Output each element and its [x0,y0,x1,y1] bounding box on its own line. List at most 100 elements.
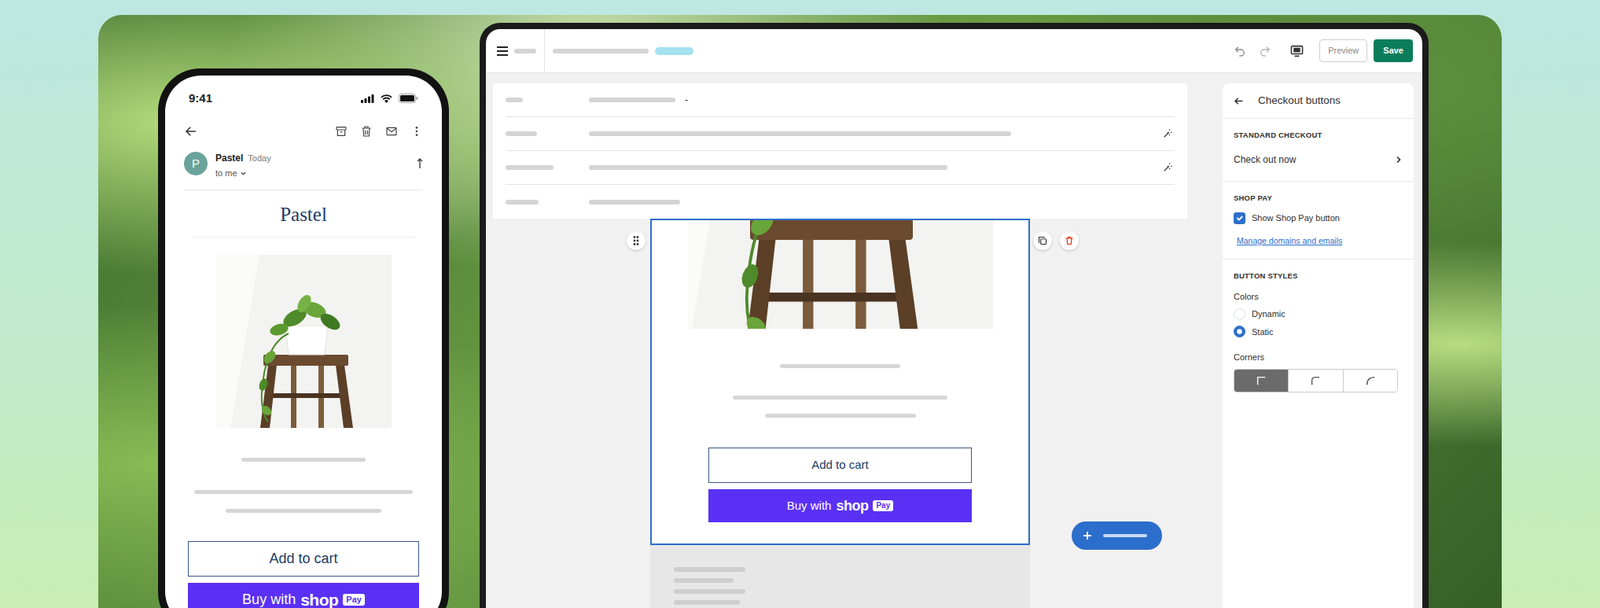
text-placeholder [194,489,413,494]
checkout-buttons: Add to cart Buy with shop Pay [708,447,972,523]
corners-label: Corners [1233,350,1403,365]
desktop-preview-icon[interactable] [1290,44,1304,58]
add-to-cart-button[interactable]: Add to cart [708,447,972,483]
product-photo [687,220,994,329]
shop-pay-prefix: Buy with [242,588,296,608]
sender-info: Pastel Today to me [215,147,409,181]
corner-selector [1233,368,1398,393]
plus-icon[interactable] [1082,530,1093,541]
settings-panel: Checkout buttons STANDARD CHECKOUT Check… [1222,83,1414,608]
block-tools [1033,231,1079,251]
next-block[interactable] [650,544,1030,608]
shop-pay-checkbox[interactable] [1233,212,1246,225]
shop-pay-button[interactable]: Buy with shop Pay [187,582,420,608]
sender-avatar: P [183,151,208,176]
delete-button[interactable] [1059,231,1079,251]
trash-icon[interactable] [360,125,373,138]
caret-down-icon[interactable] [239,169,247,177]
color-radio[interactable] [1233,308,1246,320]
email-date: Today [247,153,271,163]
section-heading: SHOP PAY [1233,192,1403,204]
product-photo [216,254,392,428]
archive-icon[interactable] [334,125,348,138]
redo-icon[interactable] [1258,44,1272,58]
color-option[interactable]: Static [1233,325,1403,339]
settings-row[interactable] [505,117,1175,151]
duplicate-icon[interactable] [1037,235,1048,246]
shop-pay-prefix: Buy with [787,496,832,515]
back-arrow-icon[interactable] [183,124,199,139]
clock: 9:41 [188,89,213,108]
shop-pay-section: SHOP PAY Show Shop Pay button Manage dom… [1222,181,1414,261]
signal-icon [360,94,375,103]
trash-icon[interactable] [1064,235,1075,246]
wifi-icon [380,94,393,103]
save-button[interactable]: Save [1373,39,1413,63]
radio-label: Dynamic [1251,307,1286,321]
add-to-cart-button[interactable]: Add to cart [187,540,420,577]
title-placeholder [552,48,649,54]
duplicate-button[interactable] [1033,231,1052,251]
check-out-now-row[interactable]: Check out now [1233,149,1403,172]
reply-icon[interactable] [416,157,423,170]
phone-screen: 9:41 P Pastel Today [165,75,442,608]
text-placeholder [779,364,901,368]
magic-wand-icon[interactable] [1162,161,1174,173]
shop-pay-checkbox-row[interactable]: Show Shop Pay button [1233,211,1403,225]
email-settings: - [492,83,1188,219]
back-arrow-icon[interactable] [1233,95,1244,107]
mail-icon[interactable] [385,125,398,138]
add-section-button[interactable] [1071,521,1163,550]
toolbar-actions: Preview Save [1233,39,1413,63]
status-icons [360,93,419,103]
section-heading: BUTTON STYLES [1233,270,1403,282]
settings-row[interactable] [505,184,1175,219]
divider [544,29,545,73]
brand-logo: Pastel [191,190,416,239]
chevron-right-icon[interactable] [1394,155,1403,164]
drag-handle[interactable] [626,231,646,251]
recipient-label: to me [215,166,238,181]
shop-wordmark: shop [300,591,339,608]
button-styles-section: BUTTON STYLES Colors Dynamic Static Corn… [1222,259,1414,401]
value-placeholder [588,131,1012,137]
colors-label: Colors [1233,290,1403,304]
editor-toolbar: Preview Save [485,29,1423,74]
tablet: Preview Save - [479,22,1429,608]
checkbox-label: Show Shop Pay button [1251,211,1340,225]
editor-body: - [485,73,1423,608]
color-option[interactable]: Dynamic [1233,307,1403,321]
settings-row[interactable]: - [505,83,1175,118]
standard-checkout-section: STANDARD CHECKOUT Check out now [1222,118,1414,181]
email-editor: Preview Save - [485,29,1423,608]
corner-option[interactable] [1288,369,1343,392]
phone: 9:41 P Pastel Today [158,68,449,608]
panel-title: Checkout buttons [1257,92,1341,109]
text-placeholder [225,508,382,513]
shop-pay-button[interactable]: Buy with shop Pay [708,489,972,523]
hero-background: 9:41 P Pastel Today [98,14,1502,608]
manage-domains-link[interactable]: Manage domains and emails [1236,235,1343,246]
corner-icon [1255,375,1267,387]
corner-icon [1364,375,1376,387]
corner-option[interactable] [1343,369,1398,392]
menu-icon[interactable] [496,46,508,56]
value-placeholder [588,165,948,170]
shop-wordmark: shop [835,498,869,513]
recipient[interactable]: to me [215,166,409,181]
text-placeholder [765,413,916,418]
radio-label: Static [1251,325,1274,339]
magic-wand-icon[interactable] [1162,128,1174,140]
undo-icon[interactable] [1233,44,1247,58]
corner-option[interactable] [1234,369,1289,392]
drag-handle-icon[interactable] [632,235,640,247]
sender-name: Pastel [215,152,243,164]
text-cursor: - [684,92,688,107]
selected-product-block[interactable]: Add to cart Buy with shop Pay [650,218,1030,545]
preview-button[interactable]: Preview [1319,39,1368,63]
checkout-buttons: Add to cart Buy with shop Pay [187,540,420,608]
color-radio[interactable] [1233,325,1246,338]
sender-row: P Pastel Today to me [183,147,423,191]
settings-row[interactable] [505,150,1175,185]
more-icon[interactable] [410,125,423,138]
